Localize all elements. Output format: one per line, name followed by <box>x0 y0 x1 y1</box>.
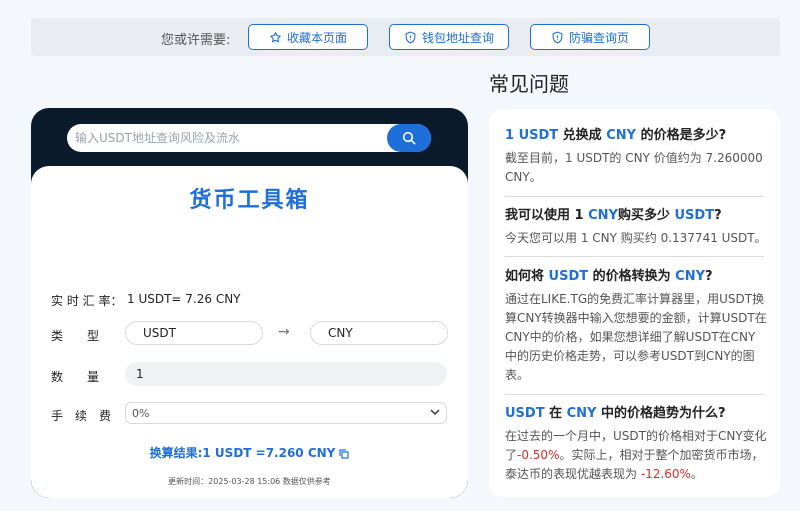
amount-input[interactable]: 1 <box>125 362 447 386</box>
suggestion-bar: 您或许需要: 收藏本页面 钱包地址查询 防骗查询页 <box>31 18 780 56</box>
chevron-down-icon <box>430 409 440 416</box>
converter-card: 货币工具箱 实 时 汇 率： 1 USDT= 7.26 CNY 类 型 USDT… <box>31 108 468 498</box>
from-currency-select[interactable]: USDT <box>125 321 263 345</box>
scam-check-label: 防骗查询页 <box>568 30 629 45</box>
faq-answer: 通过在LIKE.TG的免费汇率计算器里，用USDT换算CNY转换器中输入您想要的… <box>505 292 767 382</box>
arrow-right-icon: → <box>278 324 290 340</box>
fee-label: 手 续 费 <box>51 409 112 423</box>
divider <box>505 394 764 395</box>
faq-panel: 1 USDT 兑换成 CNY 的价格是多少? 截至目前，1 USDT的 CNY … <box>489 109 780 497</box>
bookmark-page-label: 收藏本页面 <box>286 30 347 45</box>
faq-item: 我可以使用 1 CNY购买多少 USDT? 今天您可以用 1 CNY 购买约 0… <box>505 207 767 248</box>
faq-answer: 截至目前，1 USDT的 CNY 价值约为 7.260000 CNY。 <box>505 151 763 184</box>
bookmark-page-button[interactable]: 收藏本页面 <box>248 24 368 50</box>
type-label: 类 型 <box>51 329 100 343</box>
faq-title: 常见问题 <box>489 72 569 96</box>
faq-answer: 在过去的一个月中，USDT的价格相对于CNY变化了-0.50%。实际上，相对于整… <box>505 429 767 481</box>
shield-icon <box>405 31 416 44</box>
to-currency-value: CNY <box>328 326 353 340</box>
update-time: 更新时间：2025-03-28 15:06 数据仅供参考 <box>168 477 331 486</box>
rate-value: 1 USDT= 7.26 CNY <box>127 292 241 306</box>
scam-check-button[interactable]: 防骗查询页 <box>530 24 650 50</box>
copy-icon[interactable] <box>339 448 349 459</box>
converter-title: 货币工具箱 <box>189 188 310 213</box>
divider <box>505 196 764 197</box>
wallet-address-query-label: 钱包地址查询 <box>421 30 494 45</box>
address-search-bar <box>67 124 431 152</box>
wallet-address-query-button[interactable]: 钱包地址查询 <box>389 24 509 50</box>
search-button[interactable] <box>387 124 431 152</box>
faq-question: USDT 在 CNY 中的价格趋势为什么? <box>505 406 726 421</box>
faq-item: 1 USDT 兑换成 CNY 的价格是多少? 截至目前，1 USDT的 CNY … <box>505 127 767 187</box>
amount-label: 数 量 <box>51 370 100 384</box>
star-icon <box>270 31 281 42</box>
shield-icon <box>552 31 563 44</box>
amount-value: 1 <box>136 367 144 381</box>
fee-select[interactable]: 0% <box>125 402 447 424</box>
address-search-input[interactable] <box>67 124 387 152</box>
search-icon <box>402 131 416 145</box>
faq-item: USDT 在 CNY 中的价格趋势为什么? 在过去的一个月中，USDT的价格相对… <box>505 405 767 484</box>
rate-label: 实 时 汇 率： <box>51 294 123 308</box>
from-currency-value: USDT <box>143 326 176 340</box>
converter-panel: 货币工具箱 实 时 汇 率： 1 USDT= 7.26 CNY 类 型 USDT… <box>31 166 468 498</box>
faq-answer: 今天您可以用 1 CNY 购买约 0.137741 USDT。 <box>505 231 767 245</box>
conversion-result: 换算结果:1 USDT =7.260 CNY <box>31 444 468 461</box>
divider <box>505 256 764 257</box>
faq-item: 如何将 USDT 的价格转换为 CNY? 通过在LIKE.TG的免费汇率计算器里… <box>505 268 767 385</box>
faq-question: 我可以使用 1 CNY购买多少 USDT? <box>505 208 722 223</box>
conversion-result-text: 换算结果:1 USDT =7.260 CNY <box>149 446 336 460</box>
to-currency-select[interactable]: CNY <box>310 321 448 345</box>
suggestion-prompt: 您或许需要: <box>161 33 231 48</box>
faq-question: 1 USDT 兑换成 CNY 的价格是多少? <box>505 128 727 143</box>
fee-value: 0% <box>132 406 150 420</box>
faq-question: 如何将 USDT 的价格转换为 CNY? <box>505 269 713 284</box>
